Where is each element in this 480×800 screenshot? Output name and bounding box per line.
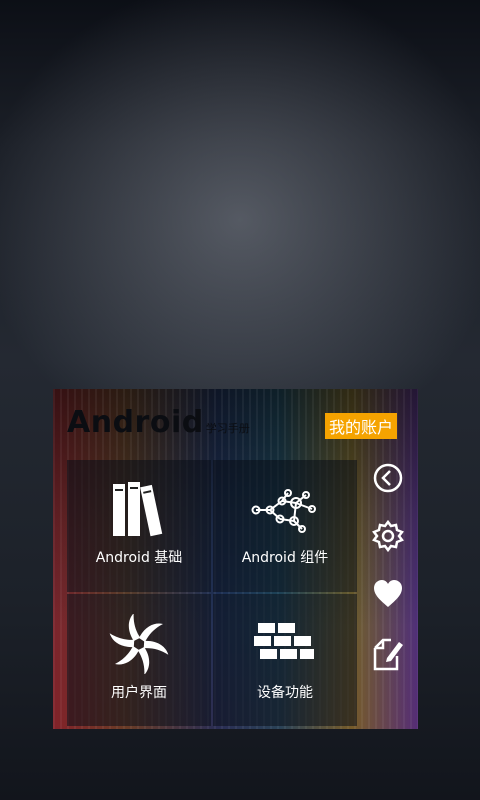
tile-user-interface[interactable]: 用户界面 xyxy=(67,594,211,726)
tile-label: Android 组件 xyxy=(241,550,329,566)
tile-android-basics[interactable]: Android 基础 xyxy=(67,460,211,592)
favorites-button[interactable] xyxy=(368,578,408,614)
back-button[interactable] xyxy=(368,462,408,498)
swirl-icon xyxy=(109,614,169,674)
brand-title: Android xyxy=(67,405,204,440)
tile-android-components[interactable]: Android 组件 xyxy=(213,460,357,592)
back-circle-icon xyxy=(372,462,404,498)
notes-button[interactable] xyxy=(368,638,408,674)
tile-label: 设备功能 xyxy=(257,685,313,701)
tile-label: 用户界面 xyxy=(111,685,167,701)
heart-icon xyxy=(372,579,404,613)
tile-device-functions[interactable]: 设备功能 xyxy=(213,594,357,726)
tile-label: Android 基础 xyxy=(95,550,183,566)
settings-button[interactable] xyxy=(368,519,408,557)
app-widget: Android 学习手册 我的账户 Android 基础 Android 组件 … xyxy=(53,389,418,729)
widget-title: Android 学习手册 xyxy=(67,405,250,440)
note-edit-icon xyxy=(371,636,405,676)
bricks-icon xyxy=(254,614,316,674)
my-account-button[interactable]: 我的账户 xyxy=(324,413,397,439)
network-nodes-icon xyxy=(250,480,320,540)
books-icon xyxy=(107,480,171,540)
menu-grid: Android 基础 Android 组件 用户界面 设备功能 xyxy=(67,460,357,726)
brand-subtitle: 学习手册 xyxy=(205,422,250,435)
gear-icon xyxy=(371,519,405,557)
